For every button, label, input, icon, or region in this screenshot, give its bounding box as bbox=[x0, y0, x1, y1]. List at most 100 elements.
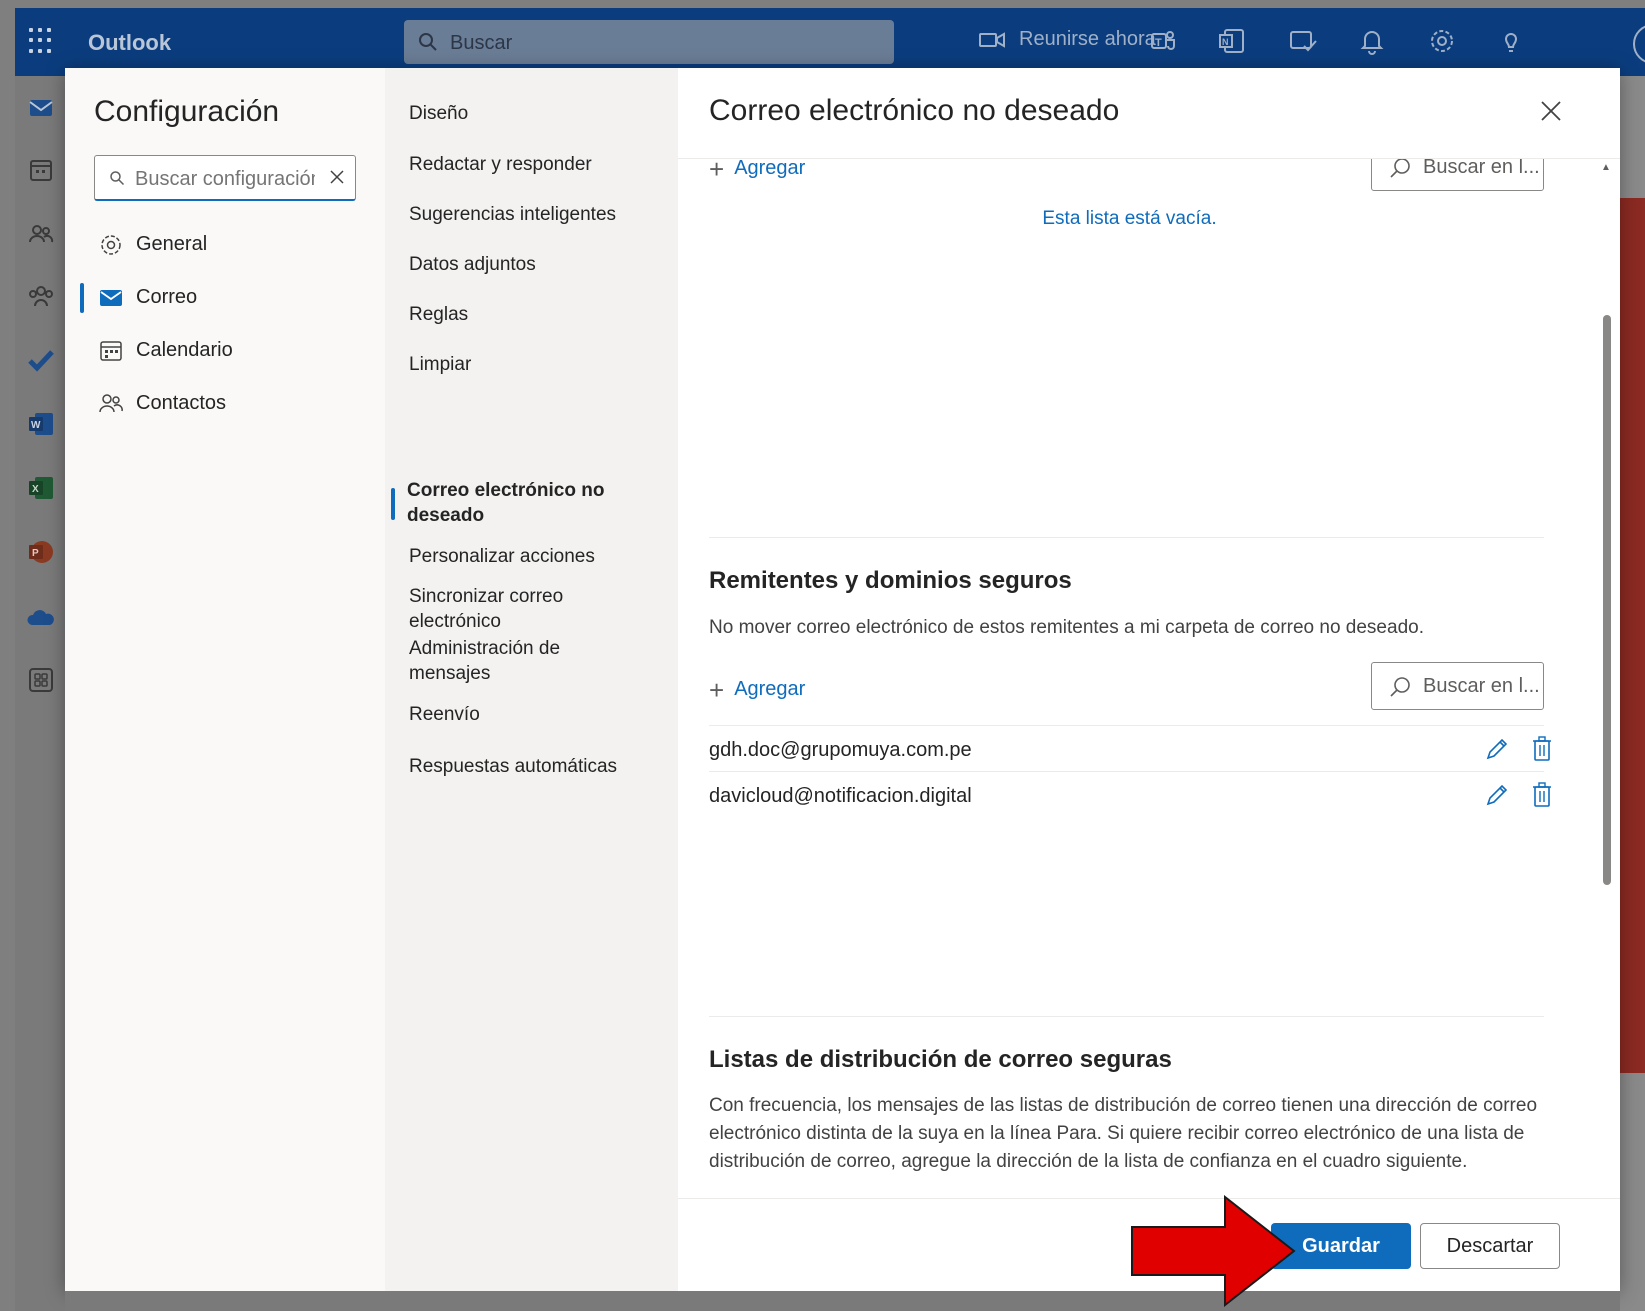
junk-email-pane: Correo electrónico no deseado + Agregar … bbox=[678, 68, 1620, 1291]
subcategory-attachments[interactable]: Datos adjuntos bbox=[409, 252, 659, 277]
divider bbox=[709, 1016, 1544, 1017]
list-search-placeholder: Buscar en l... bbox=[1423, 159, 1540, 178]
svg-text:N: N bbox=[1222, 37, 1229, 47]
trash-icon[interactable] bbox=[1531, 782, 1553, 808]
subcategory-rules[interactable]: Reglas bbox=[409, 302, 659, 327]
onedrive-icon[interactable] bbox=[27, 604, 55, 632]
meet-now-label: Reunirse ahora bbox=[1019, 28, 1156, 50]
svg-text:W: W bbox=[31, 420, 41, 431]
category-label: Correo bbox=[136, 286, 198, 308]
subcategory-sync-email[interactable]: Sincronizar correo electrónico bbox=[409, 584, 609, 634]
divider bbox=[709, 537, 1544, 538]
global-search-placeholder: Buscar bbox=[450, 32, 513, 54]
word-icon[interactable]: W bbox=[27, 410, 55, 438]
safe-senders-description: No mover correo electrónico de estos rem… bbox=[709, 617, 1424, 638]
safe-sender-address: davicloud@notificacion.digital bbox=[709, 785, 972, 807]
subcategory-sweep[interactable]: Limpiar bbox=[409, 352, 659, 377]
outlook-top-bar: Outlook Buscar Reunirse ahora T N G bbox=[15, 8, 1645, 76]
pane-scrollbar[interactable]: ▲ ▼ bbox=[1598, 159, 1614, 1271]
settings-title: Configuración bbox=[94, 95, 280, 128]
subcategory-forwarding[interactable]: Reenvío bbox=[409, 702, 659, 727]
category-calendar[interactable]: Calendario bbox=[65, 324, 385, 377]
settings-search-box[interactable] bbox=[94, 155, 356, 201]
more-apps-icon[interactable] bbox=[27, 666, 55, 694]
account-avatar[interactable]: G bbox=[1633, 24, 1645, 64]
list-search-placeholder: Buscar en l... bbox=[1423, 675, 1540, 697]
discard-button[interactable]: Descartar bbox=[1420, 1223, 1560, 1269]
powerpoint-icon[interactable]: P bbox=[27, 538, 55, 566]
groups-icon[interactable] bbox=[27, 282, 55, 310]
plus-icon: + bbox=[709, 674, 725, 705]
close-icon[interactable] bbox=[1538, 98, 1564, 124]
search-icon bbox=[419, 33, 437, 51]
clear-search-icon[interactable] bbox=[328, 168, 346, 186]
category-contacts[interactable]: Contactos bbox=[65, 377, 385, 430]
safe-senders-title: Remitentes y dominios seguros bbox=[709, 567, 1072, 594]
settings-search-input[interactable] bbox=[135, 166, 315, 192]
gear-icon[interactable] bbox=[1427, 26, 1457, 56]
svg-text:P: P bbox=[32, 548, 39, 559]
mail-subcategories-panel: Diseño Redactar y responder Sugerencias … bbox=[385, 68, 678, 1291]
safe-sender-address: gdh.doc@grupomuya.com.pe bbox=[709, 739, 972, 761]
subcategory-automatic-replies[interactable]: Respuestas automáticas bbox=[409, 754, 659, 779]
mail-icon bbox=[100, 289, 122, 306]
safe-senders-search[interactable]: Buscar en l... bbox=[1371, 662, 1544, 710]
scroll-up-icon[interactable]: ▲ bbox=[1601, 162, 1611, 173]
add-safe-sender-button[interactable]: + Agregar bbox=[709, 674, 806, 705]
tasks-icon[interactable] bbox=[1288, 26, 1318, 56]
pencil-icon[interactable] bbox=[1484, 736, 1510, 762]
category-label: General bbox=[136, 233, 208, 255]
video-camera-icon bbox=[979, 31, 1005, 48]
app-launcher-icon[interactable] bbox=[29, 28, 55, 54]
category-mail[interactable]: Correo bbox=[65, 271, 385, 324]
app-name[interactable]: Outlook bbox=[88, 30, 171, 56]
calendar-icon[interactable] bbox=[27, 156, 55, 184]
settings-dialog: Configuración General Correo Calendario … bbox=[65, 68, 1620, 1291]
excel-icon[interactable]: X bbox=[27, 474, 55, 502]
plus-icon: + bbox=[709, 159, 725, 184]
lightbulb-icon[interactable] bbox=[1496, 26, 1526, 56]
empty-list-message: Esta lista está vacía. bbox=[1042, 208, 1217, 229]
safe-lists-description: Con frecuencia, los mensajes de las list… bbox=[709, 1095, 1538, 1172]
trash-icon[interactable] bbox=[1531, 736, 1553, 762]
global-search-input[interactable]: Buscar bbox=[404, 20, 894, 64]
calendar-icon bbox=[100, 340, 122, 361]
subcategory-customize-actions[interactable]: Personalizar acciones bbox=[409, 544, 659, 569]
meet-now-button[interactable]: Reunirse ahora bbox=[979, 28, 1156, 51]
search-icon bbox=[110, 171, 125, 186]
onenote-icon[interactable]: N bbox=[1217, 26, 1247, 56]
category-general[interactable]: General bbox=[65, 218, 385, 271]
subcategory-smart-suggestions[interactable]: Sugerencias inteligentes bbox=[409, 202, 659, 227]
settings-categories-panel: Configuración General Correo Calendario … bbox=[65, 68, 385, 1291]
category-label: Calendario bbox=[136, 339, 233, 361]
bell-icon[interactable] bbox=[1357, 26, 1387, 56]
mail-icon[interactable] bbox=[27, 94, 55, 122]
subcategory-junk-email[interactable]: Correo electrónico no deseado bbox=[407, 478, 637, 528]
safe-sender-row: davicloud@notificacion.digital bbox=[709, 771, 1551, 819]
safe-sender-row: gdh.doc@grupomuya.com.pe bbox=[709, 725, 1551, 773]
add-blocked-sender-button[interactable]: + Agregar bbox=[709, 159, 806, 184]
search-icon bbox=[1390, 159, 1410, 178]
pane-title: Correo electrónico no deseado bbox=[709, 94, 1120, 127]
search-icon bbox=[1390, 677, 1410, 697]
annotation-arrow-icon bbox=[1131, 1195, 1296, 1307]
background-strip bbox=[65, 1291, 1620, 1311]
people-icon bbox=[99, 393, 123, 412]
scrollbar-thumb[interactable] bbox=[1603, 315, 1611, 885]
add-label: Agregar bbox=[734, 678, 806, 700]
subcategory-message-handling[interactable]: Administración de mensajes bbox=[409, 636, 609, 686]
todo-icon[interactable] bbox=[27, 346, 55, 374]
safe-lists-title: Listas de distribución de correo seguras bbox=[709, 1046, 1172, 1073]
app-rail: W X P bbox=[15, 76, 65, 1311]
subcategory-layout[interactable]: Diseño bbox=[409, 101, 659, 126]
subcategory-compose-reply[interactable]: Redactar y responder bbox=[409, 152, 659, 177]
settings-categories: General Correo Calendario Contactos bbox=[65, 218, 385, 430]
blocked-list-search[interactable]: Buscar en l... bbox=[1371, 159, 1544, 191]
people-icon[interactable] bbox=[27, 220, 55, 248]
teams-icon[interactable]: T bbox=[1148, 26, 1178, 56]
svg-text:T: T bbox=[1155, 37, 1162, 49]
pane-scroll-area[interactable]: + Agregar Buscar en l... Esta lista está… bbox=[678, 159, 1620, 1271]
selected-indicator bbox=[391, 488, 395, 520]
add-label: Agregar bbox=[734, 159, 806, 179]
pencil-icon[interactable] bbox=[1484, 782, 1510, 808]
